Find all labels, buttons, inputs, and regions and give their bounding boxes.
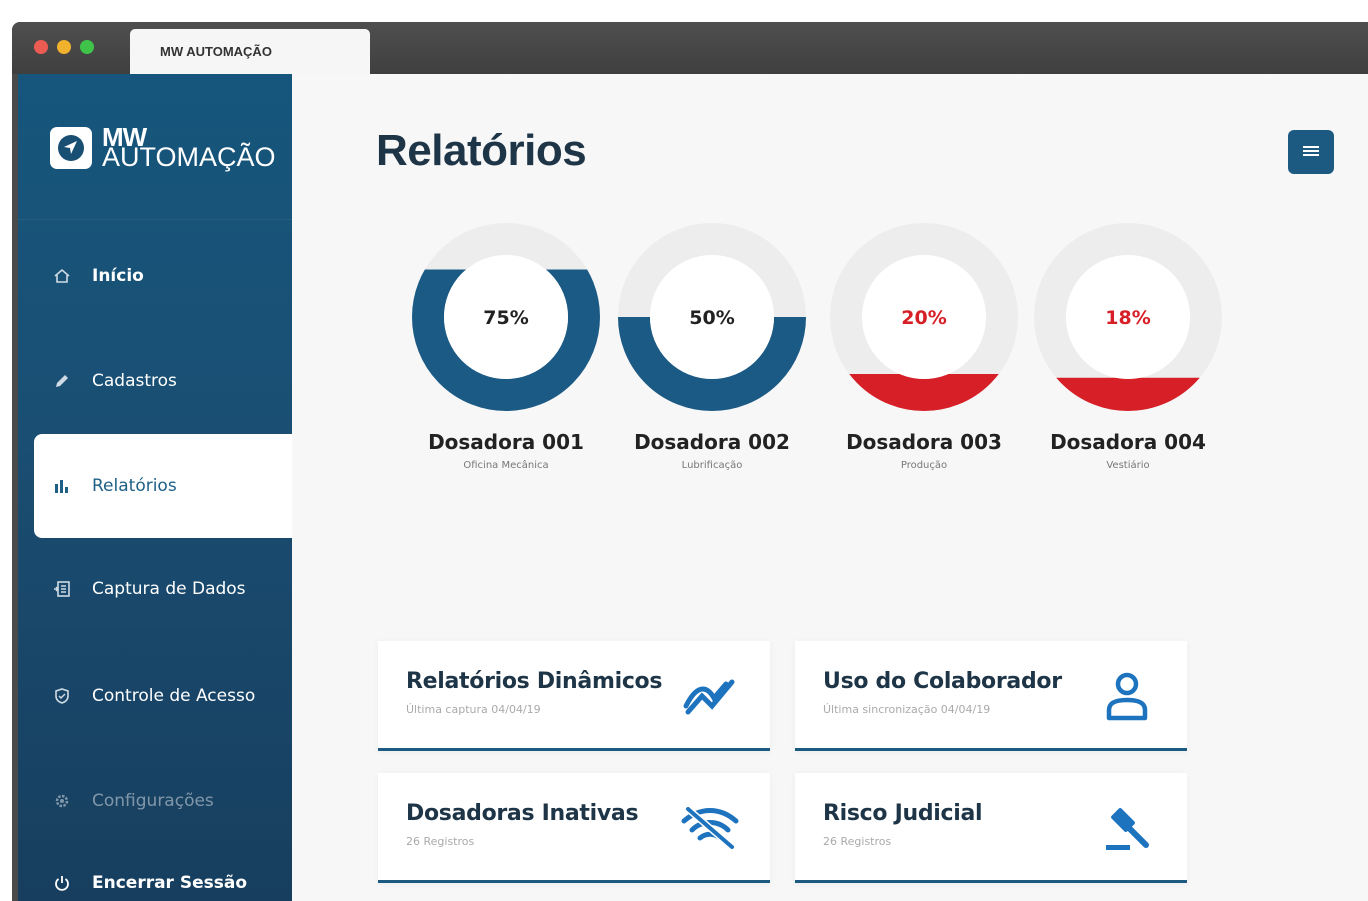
browser-window: MW AUTOMAÇÃO MW AUTOMAÇÃO Início Cadastr… <box>12 22 1368 901</box>
card-title: Dosadoras Inativas <box>406 801 639 826</box>
data-capture-icon <box>50 577 74 601</box>
gauge-name: Dosadora 001 <box>428 430 584 454</box>
card-subtitle: Última captura 04/04/19 <box>406 703 541 716</box>
gauge-percent-label: 75% <box>483 307 528 329</box>
trend-chart-icon <box>680 667 740 725</box>
report-card[interactable]: Relatórios Dinâmicos Última captura 04/04… <box>378 641 770 751</box>
gauge-location: Produção <box>900 460 948 471</box>
card-subtitle: Última sincronização 04/04/19 <box>823 703 991 716</box>
sidebar-item-label: Relatórios <box>92 476 177 496</box>
maximize-window-button[interactable] <box>80 40 94 54</box>
gauge-card[interactable]: 20% Dosadora 003 Produção <box>824 222 1024 471</box>
logo-text-automacao: AUTOMAÇÃO <box>102 142 276 172</box>
power-icon <box>50 871 74 895</box>
user-icon <box>1097 667 1157 725</box>
menu-button[interactable] <box>1288 130 1334 174</box>
gauge-donut: 50% <box>618 223 806 411</box>
logo[interactable]: MW AUTOMAÇÃO <box>50 124 276 171</box>
logo-mark-icon <box>50 126 92 169</box>
gauge-donut: 75% <box>412 223 600 411</box>
sidebar-item-label: Cadastros <box>92 371 177 391</box>
sidebar-item-cadastros[interactable]: Cadastros <box>34 329 292 433</box>
app-content: MW AUTOMAÇÃO Início Cadastros Relatórios… <box>18 74 1368 901</box>
card-title: Uso do Colaborador <box>823 669 1062 694</box>
divider <box>18 219 292 220</box>
sidebar-item-relatorios[interactable]: Relatórios <box>34 434 292 538</box>
card-subtitle: 26 Registros <box>406 835 475 848</box>
gauge-card[interactable]: 75% Dosadora 001 Oficina Mecânica <box>406 222 606 471</box>
gauge-location: Oficina Mecânica <box>463 460 549 471</box>
sidebar-item-label: Configurações <box>92 791 214 811</box>
gauge-location: Lubrificação <box>681 460 743 471</box>
gauge-card[interactable]: 18% Dosadora 004 Vestiário <box>1028 222 1228 471</box>
sidebar-item-label: Controle de Acesso <box>92 686 256 706</box>
sidebar-item-label: Captura de Dados <box>92 579 246 599</box>
gauge-name: Dosadora 004 <box>1050 430 1206 454</box>
card-subtitle: 26 Registros <box>823 835 892 848</box>
sidebar-item-label: Encerrar Sessão <box>92 873 248 893</box>
page-title: Relatórios <box>376 126 587 175</box>
gauge-location: Vestiário <box>1106 460 1150 471</box>
report-card[interactable]: Uso do Colaborador Última sincronização 0… <box>795 641 1187 751</box>
title-bar: MW AUTOMAÇÃO <box>12 22 1368 74</box>
gauge-card[interactable]: 50% Dosadora 002 Lubrificação <box>612 222 812 471</box>
sidebar-item-encerrar-sessao[interactable]: Encerrar Sessão <box>34 831 292 901</box>
gauge-name: Dosadora 003 <box>846 430 1002 454</box>
shield-icon <box>50 684 74 708</box>
sidebar-item-controle-de-acesso[interactable]: Controle de Acesso <box>34 644 292 748</box>
hamburger-icon <box>1302 143 1320 162</box>
gavel-icon <box>1097 799 1157 857</box>
pencil-icon <box>50 369 74 393</box>
gauge-donut: 20% <box>830 223 1018 411</box>
close-window-button[interactable] <box>34 40 48 54</box>
sidebar-item-captura-de-dados[interactable]: Captura de Dados <box>34 537 292 641</box>
tab-title: MW AUTOMAÇÃO <box>160 44 272 59</box>
gauge-name: Dosadora 002 <box>634 430 790 454</box>
gear-icon <box>50 789 74 813</box>
bar-chart-icon <box>50 474 74 498</box>
sidebar-item-label: Início <box>92 266 144 286</box>
report-card[interactable]: Risco Judicial 26 Registros <box>795 773 1187 883</box>
home-icon <box>50 264 74 288</box>
gauge-percent-label: 20% <box>901 307 946 329</box>
sidebar-item-inicio[interactable]: Início <box>34 224 292 328</box>
minimize-window-button[interactable] <box>57 40 71 54</box>
card-title: Risco Judicial <box>823 801 983 826</box>
gauge-donut: 18% <box>1034 223 1222 411</box>
gauge-percent-label: 18% <box>1105 307 1150 329</box>
card-title: Relatórios Dinâmicos <box>406 669 663 694</box>
gauge-percent-label: 50% <box>689 307 734 329</box>
wifi-off-icon <box>680 799 740 857</box>
browser-tab[interactable]: MW AUTOMAÇÃO <box>130 29 370 74</box>
sidebar: MW AUTOMAÇÃO Início Cadastros Relatórios… <box>18 74 292 901</box>
report-card[interactable]: Dosadoras Inativas 26 Registros <box>378 773 770 883</box>
